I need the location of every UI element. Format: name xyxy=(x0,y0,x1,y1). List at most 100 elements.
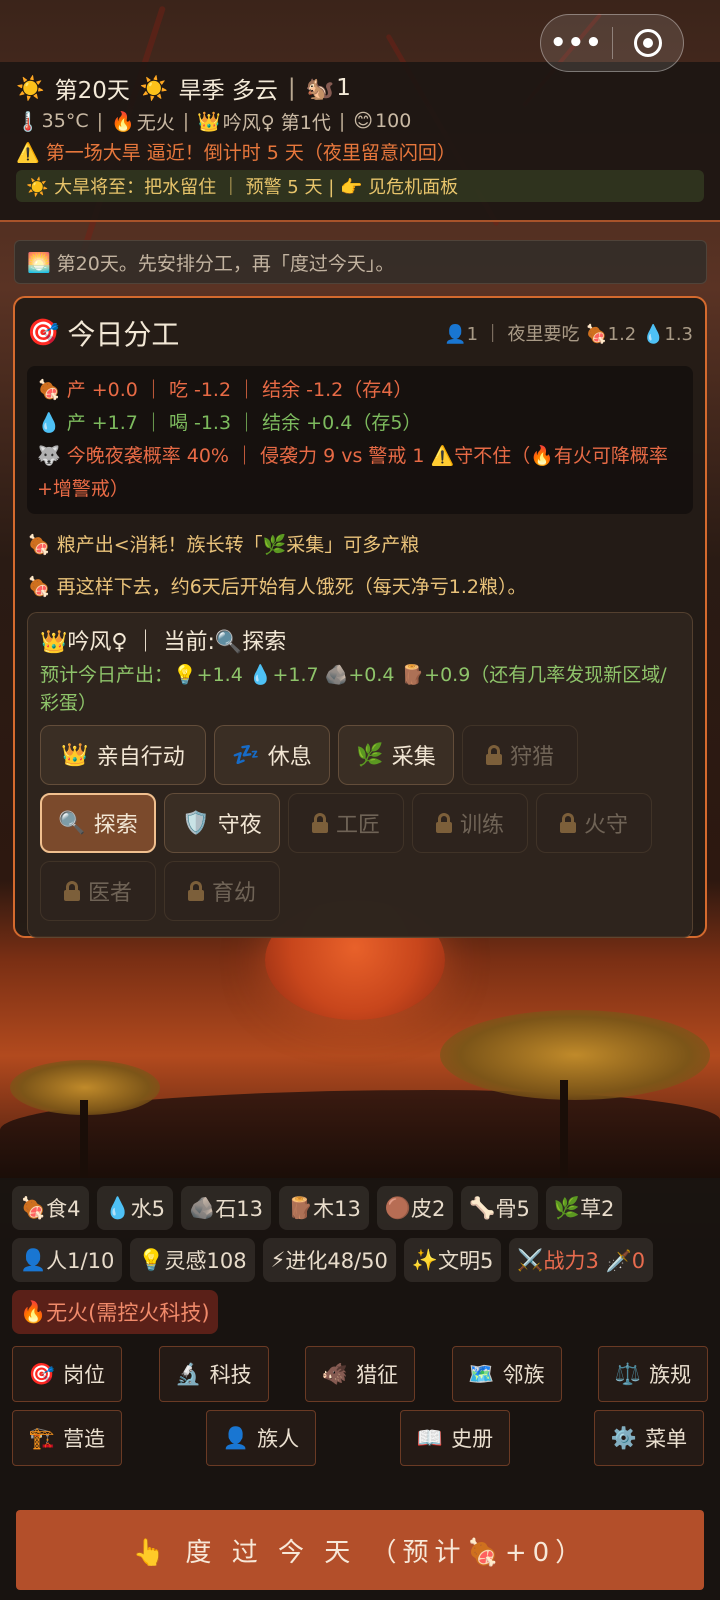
crisis-tip-bar[interactable]: ☀️ 大旱将至：把水留住 ｜ 预警 5 天 | 👉 见危机面板 xyxy=(16,170,704,202)
job-button-training[interactable]: 训练 xyxy=(412,793,528,853)
fire-status-chip[interactable]: 🔥 无火(需控火科技) xyxy=(12,1290,218,1334)
job-button-explore[interactable]: 🔍 探索 xyxy=(40,793,156,853)
resource-inspiration: 💡 灵感108 xyxy=(130,1238,255,1282)
panel-title: 今日分工 xyxy=(67,318,180,351)
night-raid-risk: 🐺 今晚夜袭概率 40% ｜ 侵袭力 9 vs 警戒 1 ⚠️守不住（🔥有火可降… xyxy=(37,445,668,500)
season-weather: 旱季 多云 xyxy=(178,78,278,104)
nav-button-members[interactable]: 👤 族人 xyxy=(206,1410,316,1466)
nav-button-posts[interactable]: 🎯 岗位 xyxy=(12,1346,122,1402)
job-button-night-watch[interactable]: 🛡️ 守夜 xyxy=(164,793,280,853)
fire-status: 无火 xyxy=(136,111,175,134)
status-row-primary: ☀️ 第20天 ☀️ 旱季 多云 | 🐿️ 1 xyxy=(16,70,704,106)
person-icon: 👤 xyxy=(20,1247,47,1272)
nav-label: 史册 xyxy=(451,1427,494,1451)
job-button-healer[interactable]: 医者 xyxy=(40,861,156,921)
scales-icon: ⚖️ xyxy=(614,1361,642,1386)
lock-icon xyxy=(435,813,452,833)
resource-label: 进化48/50 xyxy=(285,1249,388,1273)
resource-label: 食4 xyxy=(46,1197,81,1221)
starvation-forecast: 🍖 再这样下去，约6天后开始有人饿死（每天净亏1.2粮）。 xyxy=(27,575,527,598)
job-button-hunt[interactable]: 狩猎 xyxy=(462,725,578,785)
resource-label: 战力3 🗡️0 xyxy=(543,1249,646,1273)
job-button-craftsman[interactable]: 工匠 xyxy=(288,793,404,853)
meat-icon: 🍖 xyxy=(20,1195,47,1220)
nav-button-neighbors[interactable]: 🗺️ 邻族 xyxy=(451,1346,562,1402)
night-consumption: 👤1 ｜ 夜里要吃 🍖1.2 💧1.3 xyxy=(444,324,693,345)
event-log-text: 第20天。先安排分工，再「度过今天」。 xyxy=(56,252,395,275)
job-button-gather[interactable]: 🌿 采集 xyxy=(338,725,454,785)
crossed-swords-icon: ⚔️ xyxy=(517,1247,544,1272)
job-button-act-personally[interactable]: 👑 亲自行动 xyxy=(40,725,206,785)
lightning-icon: ⚡ xyxy=(270,1248,286,1272)
resource-civilization: ✨ 文明5 xyxy=(403,1238,502,1282)
microscope-icon: 🔬 xyxy=(175,1361,202,1386)
squirrel-icon: 🐿️ xyxy=(305,75,335,102)
nav-button-chronicle[interactable]: 📖 史册 xyxy=(400,1410,510,1466)
resource-herb: 🌿 草2 xyxy=(545,1186,623,1230)
smile-icon: 😊 xyxy=(353,110,374,132)
hide-icon: 🟤 xyxy=(384,1195,411,1220)
bone-icon: 🦴 xyxy=(469,1195,496,1220)
sleep-icon: 💤 xyxy=(232,742,260,768)
daily-balance-summary: 🍖 产 +0.0 ｜ 吃 -1.2 ｜ 结余 -1.2（存4） 💧 产 +1.7… xyxy=(27,366,693,514)
resource-wood: 🪵 木13 xyxy=(278,1186,369,1230)
book-icon: 📖 xyxy=(416,1425,444,1450)
end-day-button[interactable]: 👆 度 过 今 天 （预计🍖+0） xyxy=(16,1510,704,1590)
nav-button-tribe-rules[interactable]: ⚖️ 族规 xyxy=(598,1346,708,1402)
resource-water: 💧 水5 xyxy=(96,1186,174,1230)
job-button-rest[interactable]: 💤 休息 xyxy=(214,725,330,785)
panel-header: 🎯 今日分工 👤1 ｜ 夜里要吃 🍖1.2 💧1.3 xyxy=(27,310,693,356)
job-label: 休息 xyxy=(267,745,312,770)
nav-label: 菜单 xyxy=(645,1427,688,1451)
food-deficit-note: 🍖 粮产出<消耗！族长转「🌿采集」可多产粮 xyxy=(27,533,420,556)
day-counter: 第20天 xyxy=(54,78,130,104)
member-current-job: 👑吟风♀ ｜ 当前:🔍探索 xyxy=(40,630,287,655)
herb-icon: 🌿 xyxy=(553,1195,581,1220)
nav-button-tech[interactable]: 🔬 科技 xyxy=(158,1346,269,1402)
job-label: 医者 xyxy=(87,881,132,906)
nav-label: 邻族 xyxy=(502,1363,545,1387)
expected-output: 预计今日产出：💡+1.4 💧+1.7 🪨+0.4 🪵+0.9（还有几率发现新区域… xyxy=(40,664,667,714)
resource-combat-power: ⚔️ 战力3 🗡️0 xyxy=(509,1238,654,1282)
nav-label: 族规 xyxy=(649,1363,692,1387)
lock-icon xyxy=(485,745,502,765)
job-label: 探索 xyxy=(93,813,138,838)
job-label: 守夜 xyxy=(217,813,262,838)
close-button[interactable] xyxy=(613,29,684,57)
job-button-grid: 👑 亲自行动 💤 休息 🌿 采集 狩猎 🔍 探索 🛡️ 守夜 工匠 训练 火守 … xyxy=(40,725,680,921)
sun-icon: ☀️ xyxy=(16,75,45,102)
nav-button-build[interactable]: 🏗️ 营造 xyxy=(12,1410,122,1466)
crown-icon: 👑 xyxy=(61,742,89,768)
wood-icon: 🪵 xyxy=(286,1195,314,1220)
fire-icon: 🔥 xyxy=(111,110,135,133)
gear-icon: ⚙️ xyxy=(610,1425,638,1450)
target-dart-icon: 🎯 xyxy=(28,1361,56,1386)
job-button-fire-keeper[interactable]: 火守 xyxy=(536,793,652,853)
job-button-nursery[interactable]: 育幼 xyxy=(164,861,280,921)
water-drop-icon: 💧 xyxy=(104,1195,131,1220)
more-button[interactable]: ••• xyxy=(541,28,612,58)
job-label: 采集 xyxy=(391,745,436,770)
nav-button-hunt-expedition[interactable]: 🐗 猎征 xyxy=(305,1346,415,1402)
job-label: 亲自行动 xyxy=(96,745,185,770)
mood-value: 100 xyxy=(375,110,412,132)
drought-warning: ⚠️ 第一场大旱 逼近！倒计时 5 天（夜里留意闪回） xyxy=(16,141,456,164)
herb-icon: 🌿 xyxy=(356,742,384,768)
resource-hide: 🟤 皮2 xyxy=(376,1186,454,1230)
target-dart-icon: 🎯 xyxy=(27,318,60,348)
map-icon: 🗺️ xyxy=(468,1361,495,1386)
sunrise-icon: 🌅 xyxy=(27,251,51,274)
thermometer-icon: 🌡️ xyxy=(16,110,40,133)
resource-chips: 🍖 食4 💧 水5 🪨 石13 🪵 木13 🟤 皮2 🦴 骨5 🌿 草2 👤 人1/10 💡 灵感… xyxy=(12,1186,708,1334)
bulb-icon: 💡 xyxy=(138,1247,165,1272)
shield-icon: 🛡️ xyxy=(182,810,210,836)
boar-icon: 🐗 xyxy=(321,1361,349,1386)
nav-button-menu[interactable]: ⚙️ 菜单 xyxy=(594,1410,704,1466)
status-row-secondary: 🌡️ 35°C | 🔥 无火 | 👑 吟风♀ 第1代 | 😊 100 xyxy=(16,106,704,136)
resource-label: 木13 xyxy=(313,1197,361,1221)
water-balance: 💧 产 +1.7 ｜ 喝 -1.3 ｜ 结余 +0.4（存5） xyxy=(37,412,422,434)
member-job-card: 👑吟风♀ ｜ 当前:🔍探索 预计今日产出：💡+1.4 💧+1.7 🪨+0.4 🪵… xyxy=(27,612,693,938)
fire-icon: 🔥 xyxy=(20,1299,47,1324)
job-label: 训练 xyxy=(459,813,504,838)
person-icon: 👤 xyxy=(222,1425,250,1450)
